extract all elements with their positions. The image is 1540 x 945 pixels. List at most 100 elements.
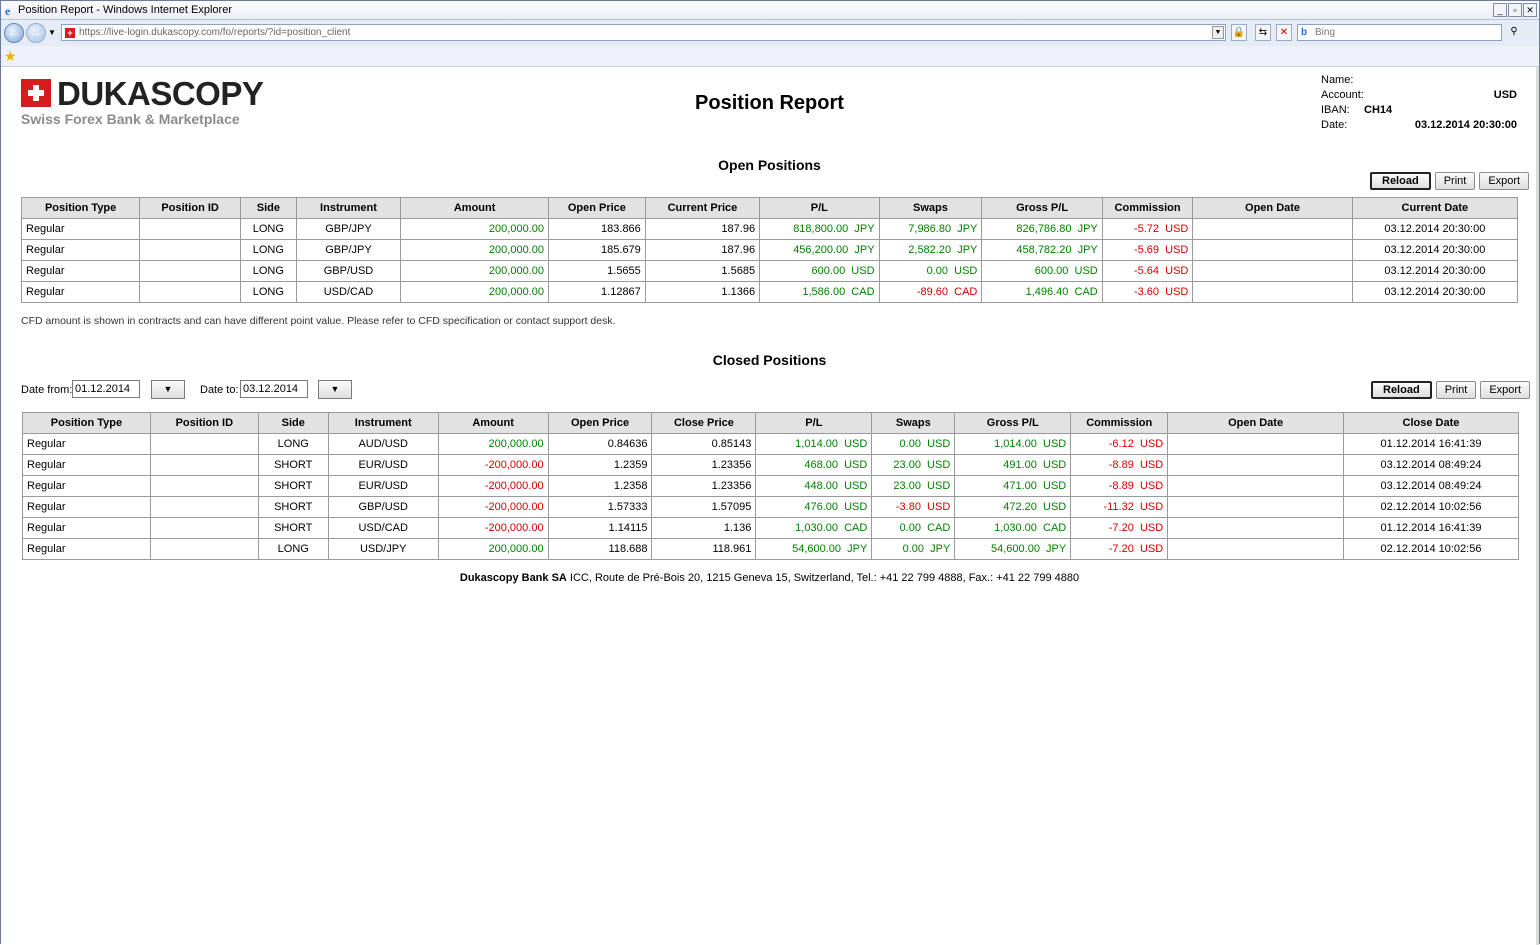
search-input[interactable]: b Bing bbox=[1297, 24, 1502, 41]
open-print-button[interactable]: Print bbox=[1434, 172, 1476, 190]
table-cell bbox=[1192, 218, 1353, 240]
table-cell: -5.64 USD bbox=[1101, 260, 1194, 282]
column-header: Current Price bbox=[644, 197, 761, 219]
table-cell bbox=[139, 281, 242, 303]
table-cell: Regular bbox=[20, 260, 141, 282]
table-cell: 1.23356 bbox=[651, 454, 757, 476]
favorites-star-icon[interactable]: ★ bbox=[4, 48, 17, 65]
date-to-dropdown-icon[interactable]: ▼ bbox=[318, 380, 352, 399]
stop-icon[interactable]: ✕ bbox=[1276, 24, 1292, 41]
table-cell: SHORT bbox=[257, 475, 329, 497]
date-from-label: Date from: bbox=[21, 384, 73, 396]
compat-view-icon[interactable]: ⇆ bbox=[1255, 24, 1271, 41]
table-cell: -200,000.00 bbox=[437, 475, 549, 497]
table-cell: 0.00 USD bbox=[878, 260, 983, 282]
open-export-button[interactable]: Export bbox=[1479, 172, 1530, 190]
table-cell: 200,000.00 bbox=[400, 218, 549, 240]
column-header: Close Date bbox=[1342, 412, 1520, 434]
table-row: Regular LONG USD/JPY 200,000.00 118.688 118.9… bbox=[22, 538, 1520, 560]
table-cell: 200,000.00 bbox=[437, 433, 549, 455]
table-cell: 1.1366 bbox=[644, 281, 761, 303]
window-title: Position Report - Windows Internet Explo… bbox=[18, 4, 232, 16]
restore-icon[interactable]: ▫ bbox=[1508, 3, 1522, 17]
url-input[interactable]: + https://live-login.dukascopy.com/fo/re… bbox=[61, 24, 1226, 41]
table-cell: LONG bbox=[257, 433, 329, 455]
column-header: Commission bbox=[1101, 197, 1194, 219]
table-cell: SHORT bbox=[257, 496, 329, 518]
table-cell: USD/JPY bbox=[327, 538, 439, 560]
date-from-input[interactable] bbox=[72, 380, 140, 398]
date-from-dropdown-icon[interactable]: ▼ bbox=[151, 380, 185, 399]
table-cell: 1.2358 bbox=[547, 475, 653, 497]
date-label: Date: bbox=[1321, 119, 1348, 131]
table-cell: 2,582.20 JPY bbox=[878, 239, 983, 261]
table-cell: 185.679 bbox=[547, 239, 646, 261]
table-cell: Regular bbox=[22, 475, 151, 497]
table-cell: 1.57333 bbox=[547, 496, 653, 518]
url-dropdown-icon[interactable]: ▼ bbox=[1212, 26, 1224, 39]
table-cell: -8.89 USD bbox=[1070, 454, 1169, 476]
back-icon[interactable]: ← bbox=[4, 23, 24, 43]
column-header: Position Type bbox=[22, 412, 151, 434]
open-positions-table: Position Type Position ID Side Instrument Am… bbox=[20, 197, 1519, 303]
table-cell: 118.688 bbox=[547, 538, 653, 560]
column-header: P/L bbox=[759, 197, 880, 219]
table-row: Regular SHORT GBP/USD -200,000.00 1.57333 1.5… bbox=[22, 496, 1520, 518]
address-bar: ← → ▼ + https://live-login.dukascopy.com… bbox=[1, 20, 1539, 46]
table-cell: 187.96 bbox=[644, 218, 761, 240]
open-reload-button[interactable]: Reload bbox=[1370, 172, 1431, 190]
table-cell: 472.20 USD bbox=[954, 496, 1072, 518]
table-cell bbox=[149, 496, 259, 518]
lock-icon[interactable]: 🔒 bbox=[1231, 24, 1247, 41]
table-cell: 02.12.2014 10:02:56 bbox=[1342, 538, 1520, 560]
column-header: P/L bbox=[755, 412, 873, 434]
open-positions-toolbar: Reload Print Export bbox=[1370, 172, 1530, 190]
minimize-icon[interactable]: _ bbox=[1493, 3, 1507, 17]
favorites-bar: ★ bbox=[1, 46, 1539, 67]
forward-icon[interactable]: → bbox=[26, 23, 46, 43]
column-header: Swaps bbox=[871, 412, 956, 434]
table-cell: 1.136 bbox=[651, 517, 757, 539]
table-cell: 0.84636 bbox=[547, 433, 653, 455]
title-bar: e Position Report - Windows Internet Exp… bbox=[1, 1, 1539, 20]
table-cell: 818,800.00 JPY bbox=[759, 218, 880, 240]
column-header: Swaps bbox=[878, 197, 983, 219]
table-cell: 0.00 CAD bbox=[871, 517, 956, 539]
closed-export-button[interactable]: Export bbox=[1480, 381, 1531, 399]
closed-reload-button[interactable]: Reload bbox=[1371, 381, 1432, 399]
table-cell bbox=[149, 454, 259, 476]
column-header: Open Price bbox=[547, 197, 646, 219]
search-icon[interactable]: ⚲ bbox=[1506, 24, 1522, 41]
table-row: Regular SHORT EUR/USD -200,000.00 1.2359 1.23… bbox=[22, 454, 1520, 476]
table-cell: -3.60 USD bbox=[1101, 281, 1194, 303]
table-cell: 600.00 USD bbox=[759, 260, 880, 282]
table-cell: 1,030.00 CAD bbox=[954, 517, 1072, 539]
column-header: Gross P/L bbox=[954, 412, 1072, 434]
column-header: Current Date bbox=[1351, 197, 1519, 219]
table-cell: 23.00 USD bbox=[871, 454, 956, 476]
table-cell: 54,600.00 JPY bbox=[755, 538, 873, 560]
close-icon[interactable]: ✕ bbox=[1523, 3, 1537, 17]
table-cell: USD/CAD bbox=[327, 517, 439, 539]
table-cell: 03.12.2014 20:30:00 bbox=[1351, 281, 1519, 303]
table-cell: SHORT bbox=[257, 454, 329, 476]
table-cell: 54,600.00 JPY bbox=[954, 538, 1072, 560]
closed-positions-toolbar: Reload Print Export bbox=[1371, 381, 1531, 399]
table-cell: EUR/USD bbox=[327, 454, 439, 476]
date-to-input[interactable] bbox=[240, 380, 308, 398]
cfd-note: CFD amount is shown in contracts and can… bbox=[21, 315, 616, 327]
table-cell: 471.00 USD bbox=[954, 475, 1072, 497]
table-row: Regular LONG AUD/USD 200,000.00 0.84636 0.851… bbox=[22, 433, 1520, 455]
column-header: Gross P/L bbox=[981, 197, 1103, 219]
closed-positions-title: Closed Positions bbox=[712, 352, 827, 368]
closed-print-button[interactable]: Print bbox=[1435, 381, 1477, 399]
table-cell: 826,786.80 JPY bbox=[981, 218, 1103, 240]
table-cell: 456,200.00 JPY bbox=[759, 239, 880, 261]
table-cell: 448.00 USD bbox=[755, 475, 873, 497]
table-cell: -200,000.00 bbox=[437, 454, 549, 476]
table-cell: -8.89 USD bbox=[1070, 475, 1169, 497]
history-dropdown-icon[interactable]: ▼ bbox=[48, 28, 56, 37]
table-cell bbox=[1167, 454, 1344, 476]
scrollbar[interactable] bbox=[1536, 67, 1539, 945]
table-cell: 03.12.2014 20:30:00 bbox=[1351, 218, 1519, 240]
